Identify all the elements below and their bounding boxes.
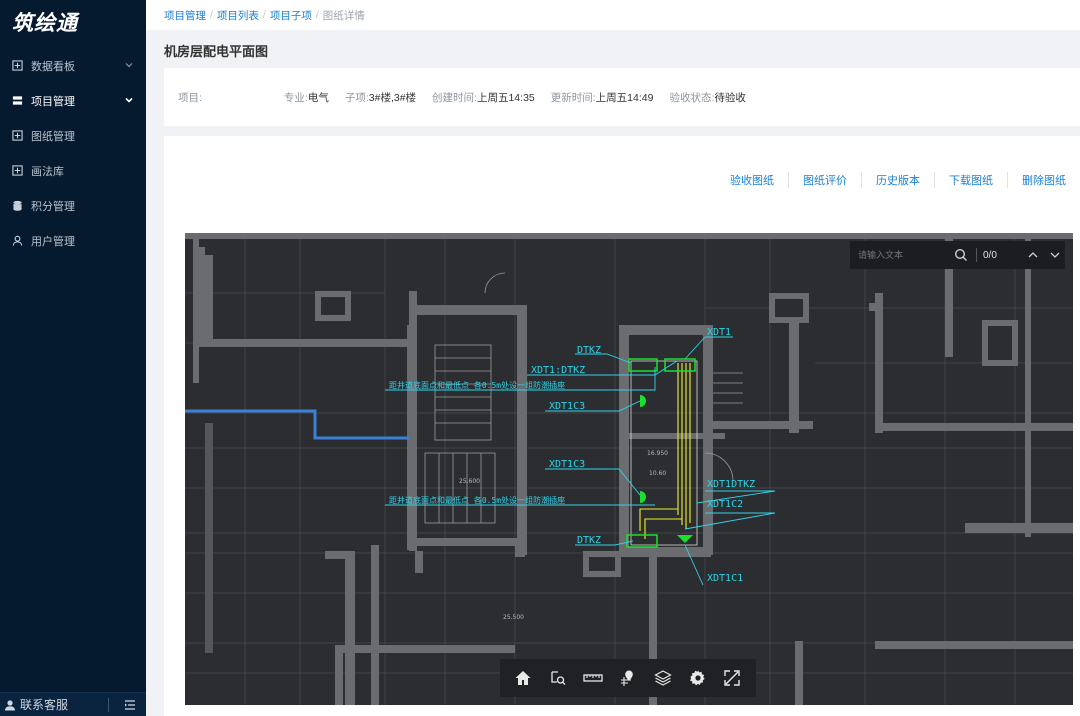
sidebar-item-label: 数据看板 xyxy=(31,60,75,73)
cad-drawing-canvas[interactable]: DTKZ XDT1 XDT1:DTKZ XDT1C3 XDT1C3 XDT1DT… xyxy=(185,233,1073,705)
settings-gear-icon xyxy=(689,670,705,686)
cad-label-xdt1-dtkz-b: XDT1DTKZ xyxy=(707,479,755,490)
cad-drawing-viewer[interactable]: DTKZ XDT1 XDT1:DTKZ XDT1C3 XDT1C3 XDT1DT… xyxy=(185,233,1073,705)
fullscreen-icon xyxy=(724,670,741,686)
sidebar-item-project-management[interactable]: 项目管理 xyxy=(0,83,146,118)
history-versions-button[interactable]: 历史版本 xyxy=(862,172,934,188)
home-button[interactable] xyxy=(512,667,534,689)
server-icon xyxy=(12,96,23,105)
cad-label-xdt1-c3-b: XDT1C3 xyxy=(549,459,585,470)
zoom-window-button[interactable] xyxy=(547,667,569,689)
settings-button[interactable] xyxy=(687,667,709,689)
viewer-toolbar xyxy=(500,659,756,697)
fullscreen-button[interactable] xyxy=(721,667,743,689)
sidebar-item-drawing-management[interactable]: 图纸管理 xyxy=(0,118,146,153)
layers-button[interactable] xyxy=(652,667,674,689)
cad-label-dtkz-bottom: DTKZ xyxy=(577,535,601,546)
sidebar-item-user-management[interactable]: 用户管理 xyxy=(0,223,146,258)
discipline-value: 电气 xyxy=(307,91,329,104)
sidebar-item-method-library[interactable]: 画法库 xyxy=(0,153,146,188)
layers-icon xyxy=(654,670,672,686)
breadcrumb-project-list[interactable]: 项目列表 xyxy=(217,8,259,23)
rate-drawing-button[interactable]: 图纸评价 xyxy=(789,172,861,188)
location-button[interactable] xyxy=(617,667,639,689)
sidebar-item-label: 积分管理 xyxy=(31,200,75,213)
cad-elevation-a: 25.600 xyxy=(459,478,480,485)
status-value: 待验收 xyxy=(714,91,746,104)
discipline-label: 专业: xyxy=(283,91,308,104)
breadcrumb-separator: / xyxy=(262,9,266,21)
updated-label: 更新时间: xyxy=(550,91,596,104)
sidebar-item-label: 项目管理 xyxy=(31,95,75,108)
cad-label-xdt1-c2: XDT1C2 xyxy=(707,499,743,510)
breadcrumb-current: 图纸详情 xyxy=(322,9,365,22)
created-label: 创建时间: xyxy=(432,91,477,104)
logo-text: 筑绘通 xyxy=(12,10,78,35)
search-match-count: 0/0 xyxy=(983,249,997,261)
drawing-search-input[interactable] xyxy=(858,250,950,260)
contact-support-link[interactable]: 联系客服 xyxy=(20,696,68,713)
app-logo[interactable]: 筑绘通 xyxy=(0,0,146,44)
sidebar-menu: 数据看板 项目管理 图纸管理 画法库 积分管理 用户管理 xyxy=(0,48,146,258)
updated-value: 上周五14:49 xyxy=(595,91,654,104)
measure-icon xyxy=(583,674,603,682)
cad-blue-cable xyxy=(185,409,409,440)
breadcrumb-project-management[interactable]: 项目管理 xyxy=(164,8,206,23)
page-title: 机房层配电平面图 xyxy=(164,44,269,59)
library-icon xyxy=(12,165,23,176)
drawing-icon xyxy=(12,130,23,141)
footer-divider xyxy=(108,698,109,712)
support-icon xyxy=(5,699,15,710)
location-pin-icon xyxy=(620,670,633,686)
cad-walls xyxy=(185,233,1073,705)
breadcrumb-separator: / xyxy=(210,9,213,21)
zoom-window-icon xyxy=(551,671,566,685)
breadcrumb-project-subitem[interactable]: 项目子项 xyxy=(270,8,312,23)
cad-label-xdt1-dtkz: XDT1:DTKZ xyxy=(531,365,585,376)
sidebar-item-label: 用户管理 xyxy=(31,235,75,248)
project-label: 项目: xyxy=(178,91,202,104)
sidebar-item-dashboard[interactable]: 数据看板 xyxy=(0,48,146,83)
drawing-info-card: 项目: 专业: 电气 子项: 3#楼,3#楼 创建时间: 上周五14:35 更新… xyxy=(164,68,1080,126)
breadcrumb: 项目管理 / 项目列表 / 项目子项 / 图纸详情 xyxy=(146,0,1080,30)
dashboard-icon xyxy=(12,60,23,71)
chevron-up-icon[interactable] xyxy=(1027,249,1039,261)
subitem-value: 3#楼,3#楼 xyxy=(368,91,417,104)
cad-label-dtkz-top: DTKZ xyxy=(577,345,601,356)
sidebar-item-label: 画法库 xyxy=(31,165,64,178)
breadcrumb-separator: / xyxy=(315,9,319,21)
search-icon[interactable] xyxy=(954,248,968,262)
created-value: 上周五14:35 xyxy=(476,91,535,104)
user-icon xyxy=(12,235,23,246)
cad-label-xdt1-c1: XDT1C1 xyxy=(707,573,743,584)
cad-note-top: 距井道底面点和最低点 各0.5m处设一组防潮插座 xyxy=(389,380,565,390)
drawing-actions: 验收图纸 图纸评价 历史版本 下载图纸 删除图纸 xyxy=(716,172,1066,188)
chevron-down-icon[interactable] xyxy=(1049,249,1061,261)
database-icon xyxy=(13,200,22,211)
drawing-search-box: 0/0 xyxy=(850,241,1065,269)
cad-label-xdt1: XDT1 xyxy=(707,327,731,338)
cad-label-xdt1-c3-a: XDT1C3 xyxy=(549,401,585,412)
cad-elevation-b: 25.500 xyxy=(503,614,524,621)
chevron-down-icon[interactable] xyxy=(124,95,134,105)
sidebar-item-points-management[interactable]: 积分管理 xyxy=(0,188,146,223)
search-divider xyxy=(976,248,977,262)
accept-drawing-button[interactable]: 验收图纸 xyxy=(716,172,788,188)
sidebar-item-label: 图纸管理 xyxy=(31,130,75,143)
sidebar-footer: 联系客服 xyxy=(0,692,146,716)
measure-button[interactable] xyxy=(582,667,604,689)
home-icon xyxy=(515,671,531,685)
delete-drawing-button[interactable]: 删除图纸 xyxy=(1008,172,1066,188)
cad-note-bottom: 距井道底面点和最低点 各0.5m处设一组防潮插座 xyxy=(389,495,565,505)
collapse-menu-icon[interactable] xyxy=(124,699,136,711)
download-drawing-button[interactable]: 下载图纸 xyxy=(935,172,1007,188)
cad-elevation-d: 16.950 xyxy=(647,450,668,457)
chevron-down-icon[interactable] xyxy=(124,60,134,70)
subitem-label: 子项: xyxy=(344,91,369,104)
sidebar: 筑绘通 数据看板 项目管理 图纸管理 画法库 积分管理 用户管理 联系客服 xyxy=(0,0,146,716)
status-label: 验收状态: xyxy=(669,91,715,104)
cad-elevation-c: 10.60 xyxy=(649,470,666,477)
